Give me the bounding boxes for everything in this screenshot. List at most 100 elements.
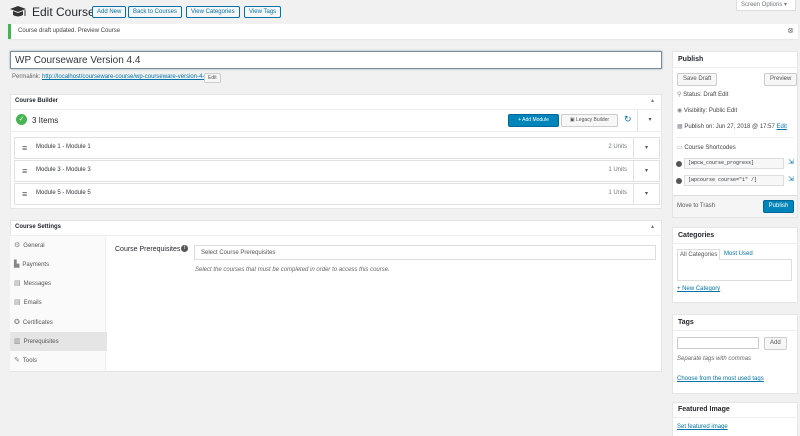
course-title-input[interactable]: WP Courseware Version 4.4 bbox=[10, 51, 662, 69]
module-row[interactable]: ≡ Module 5 - Module 5 1 Units ▾ bbox=[14, 183, 660, 205]
publish-on-edit-link[interactable]: Edit bbox=[777, 124, 787, 130]
drag-handle-icon[interactable]: ≡ bbox=[22, 189, 27, 199]
divider bbox=[672, 67, 798, 68]
save-draft-button[interactable]: Save Draft bbox=[677, 73, 718, 86]
categories-list bbox=[677, 259, 792, 281]
add-new-button[interactable]: Add New bbox=[92, 6, 127, 18]
email-icon: ▤ bbox=[14, 280, 21, 287]
permalink-row: Permalink: http://localhost/courseware-c… bbox=[12, 74, 209, 80]
categories-title: Categories bbox=[678, 232, 715, 239]
featured-image-title: Featured Image bbox=[678, 406, 730, 413]
module-row[interactable]: ≡ Module 1 - Module 1 2 Units ▾ bbox=[14, 137, 660, 159]
collapse-icon[interactable]: ▴ bbox=[651, 97, 654, 104]
divider bbox=[676, 137, 794, 138]
choose-tags-link[interactable]: Choose from the most used tags bbox=[677, 376, 764, 382]
tab-prerequisites[interactable]: ▥ Prerequisites bbox=[10, 332, 107, 351]
code-icon: ▭ bbox=[677, 145, 683, 151]
permalink-link[interactable]: http://localhost/courseware-course/wp-co… bbox=[42, 74, 209, 80]
course-title-value: WP Courseware Version 4.4 bbox=[15, 55, 141, 66]
tab-most-used[interactable]: Most Used bbox=[724, 251, 753, 257]
tab-tools[interactable]: ✎ Tools bbox=[10, 351, 106, 370]
divider bbox=[10, 235, 662, 236]
gear-icon: ⚙ bbox=[14, 242, 21, 249]
shortcodes-row: ▭ Course Shortcodes bbox=[677, 144, 736, 151]
module-units: 1 Units bbox=[608, 167, 627, 173]
drag-handle-icon[interactable]: ≡ bbox=[22, 143, 27, 153]
item-count: 3 Items bbox=[32, 116, 59, 125]
help-icon[interactable]: i bbox=[181, 245, 188, 252]
expand-toggle[interactable]: ▾ bbox=[637, 110, 662, 131]
shortcode-field[interactable]: [wpcw_course_progress] bbox=[684, 158, 784, 169]
tags-help-text: Separate tags with commas bbox=[677, 356, 752, 362]
chevron-down-icon[interactable]: ▾ bbox=[633, 138, 659, 158]
publish-on-text: Publish on: Jun 27, 2018 @ 17:57 bbox=[684, 124, 775, 130]
tab-certificates[interactable]: ✪ Certificates bbox=[10, 313, 106, 332]
course-builder-title: Course Builder bbox=[15, 98, 59, 104]
add-module-button[interactable]: + Add Module bbox=[508, 114, 559, 127]
visibility-text: Visibility: Public Edit bbox=[683, 108, 738, 114]
wp-logo-icon bbox=[8, 5, 28, 21]
course-settings-panel bbox=[10, 220, 662, 372]
chevron-down-icon[interactable]: ▾ bbox=[633, 161, 659, 181]
notice-bar: Course draft updated. Preview Course ⊗ bbox=[8, 24, 798, 39]
tags-panel bbox=[672, 314, 798, 394]
chevron-down-icon: ▾ bbox=[784, 2, 788, 8]
book-icon: ▣ bbox=[569, 117, 575, 123]
refresh-icon[interactable]: ↻ bbox=[624, 114, 632, 125]
wrench-icon: ✎ bbox=[14, 357, 20, 364]
back-to-courses-button[interactable]: Back to Courses bbox=[128, 6, 183, 18]
shortcode-field[interactable]: [wpcourse course="1" /] bbox=[684, 175, 784, 186]
tab-label: Messages bbox=[23, 281, 51, 287]
set-featured-image-link[interactable]: Set featured image bbox=[677, 424, 728, 430]
permalink-edit-button[interactable]: Edit bbox=[204, 73, 221, 83]
legacy-builder-button[interactable]: ▣ Legacy Builder bbox=[561, 114, 618, 127]
pin-icon: ⚲ bbox=[677, 92, 682, 98]
add-new-category-link[interactable]: + New Category bbox=[677, 286, 720, 292]
tab-label: Emails bbox=[23, 300, 42, 306]
visibility-row: ◉ Visibility: Public Edit bbox=[677, 107, 737, 114]
permalink-label: Permalink: bbox=[12, 74, 41, 80]
course-settings-title: Course Settings bbox=[15, 224, 62, 230]
move-to-trash-link[interactable]: Move to Trash bbox=[677, 203, 715, 209]
lock-icon: ▥ bbox=[14, 338, 21, 345]
tab-messages[interactable]: ▤ Messages bbox=[10, 274, 106, 293]
screen-options-label: Screen Options bbox=[741, 2, 783, 8]
prereq-help-text: Select the courses that must be complete… bbox=[195, 267, 390, 273]
collapse-icon[interactable]: ▴ bbox=[651, 223, 654, 230]
dismiss-icon[interactable]: ⊗ bbox=[787, 26, 794, 35]
tab-label: Prerequisites bbox=[23, 339, 59, 345]
email-icon: ▤ bbox=[14, 299, 21, 306]
chevron-down-icon[interactable]: ▾ bbox=[633, 184, 659, 204]
preview-button[interactable]: Preview bbox=[764, 73, 798, 86]
module-title: Module 1 - Module 1 bbox=[36, 144, 91, 150]
divider bbox=[672, 417, 798, 418]
divider bbox=[10, 131, 662, 132]
drag-handle-icon[interactable]: ≡ bbox=[22, 166, 27, 176]
view-categories-button[interactable]: View Categories bbox=[186, 6, 240, 18]
publish-button[interactable]: Publish bbox=[763, 200, 794, 213]
status-text: Status: Draft Edit bbox=[683, 92, 729, 98]
notice-text: Course draft updated. Preview Course bbox=[18, 28, 121, 34]
tab-emails[interactable]: ▤ Emails bbox=[10, 293, 106, 312]
tab-label: Tools bbox=[22, 358, 37, 364]
tab-general[interactable]: ⚙ General bbox=[10, 236, 106, 255]
tab-label: General bbox=[23, 243, 45, 249]
add-tag-button[interactable]: Add bbox=[764, 337, 787, 350]
prereq-select[interactable]: Select Course Prerequisites bbox=[194, 245, 656, 260]
tags-title: Tags bbox=[678, 319, 694, 326]
prereq-placeholder: Select Course Prerequisites bbox=[201, 250, 276, 256]
calendar-icon: ▦ bbox=[677, 124, 683, 130]
view-tags-button[interactable]: View Tags bbox=[244, 6, 282, 18]
screen-options-button[interactable]: Screen Options ▾ bbox=[736, 0, 796, 11]
tab-payments[interactable]: ▙ Payments bbox=[10, 255, 106, 274]
copy-icon[interactable]: ⇲ bbox=[788, 158, 794, 166]
tab-all-categories[interactable]: All Categories bbox=[677, 249, 721, 260]
page-title: Edit Course bbox=[32, 5, 95, 19]
cart-icon: ▙ bbox=[14, 261, 20, 268]
module-row[interactable]: ≡ Module 3 - Module 3 1 Units ▾ bbox=[14, 160, 660, 182]
tag-input[interactable] bbox=[677, 337, 759, 349]
certificate-icon: ✪ bbox=[14, 319, 20, 326]
copy-icon[interactable]: ⇲ bbox=[788, 175, 794, 183]
legacy-builder-label: Legacy Builder bbox=[576, 117, 610, 123]
divider bbox=[672, 330, 798, 331]
